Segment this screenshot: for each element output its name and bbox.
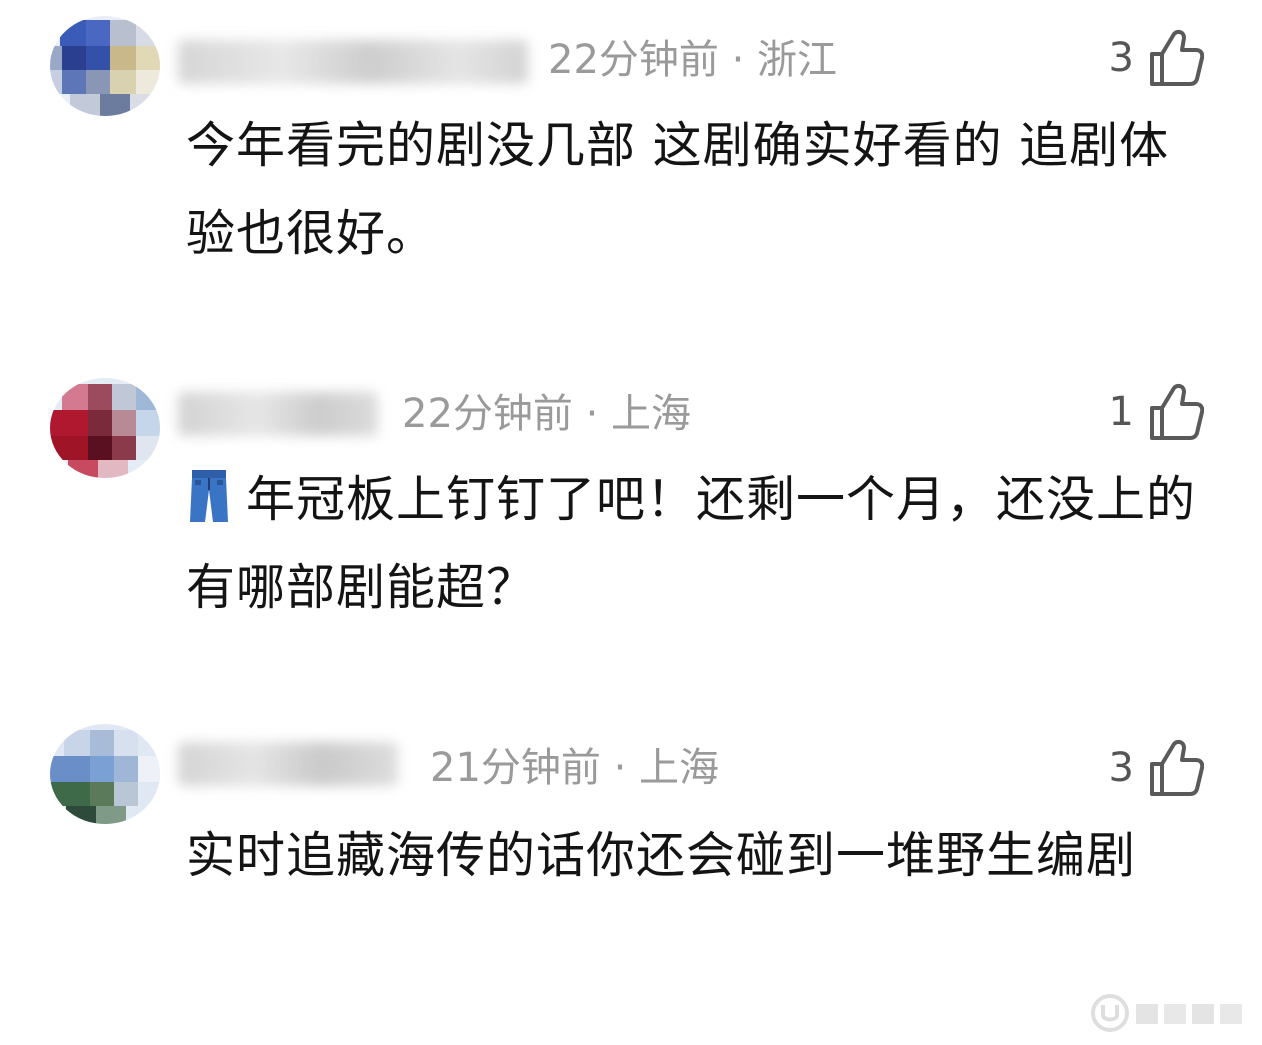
comment-text: 今年看完的剧没几部 这剧确实好看的 追剧体验也很好。 [186,117,1170,262]
thumbs-up-icon [1150,739,1204,796]
thumbs-up-icon [1150,29,1204,86]
comment-text-content: 年冠板上钉钉了吧！还剩一个月，还没上的有哪部剧能超？ [186,471,1197,616]
username-blurred[interactable] [178,392,378,436]
comment-meta: 21分钟前 · 上海 [430,745,720,791]
comment-text: 实时追藏海传的话你还会碰到一堆野生编剧 [186,827,1137,884]
username-blurred[interactable] [178,40,528,84]
like-count: 1 [1108,389,1134,435]
like-count: 3 [1108,745,1134,791]
comment-meta: 22分钟前 · 上海 [402,391,692,437]
avatar[interactable] [50,724,160,824]
comment-text: 年冠板上钉钉了吧！还剩一个月，还没上的有哪部剧能超？ [186,456,1216,632]
username-blurred[interactable] [178,742,398,786]
like-button[interactable]: 3 [1109,738,1204,798]
avatar[interactable] [50,378,160,478]
thumbs-up-icon [1150,383,1204,440]
like-count: 3 [1108,35,1134,81]
watermark [1090,991,1246,1035]
weibo-logo-icon [1091,994,1129,1032]
jeans-icon [190,470,228,522]
like-button[interactable]: 1 [1109,382,1204,442]
comment-meta: 22分钟前 · 浙江 [548,37,838,83]
like-button[interactable]: 3 [1109,28,1204,88]
watermark-blurred-text [1136,1004,1242,1024]
avatar[interactable] [50,16,160,116]
